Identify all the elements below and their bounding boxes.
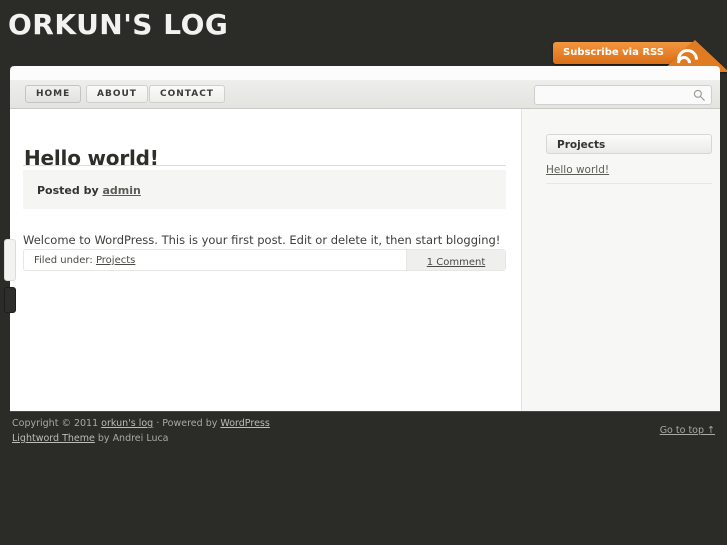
nav-item-contact[interactable]: CONTACT <box>149 85 225 103</box>
post-title[interactable]: Hello world! <box>24 146 159 170</box>
search-icon[interactable] <box>693 89 705 101</box>
footer-credits-line2: Lightword Theme by Andrei Luca <box>12 431 270 446</box>
post-title-rule <box>23 165 506 166</box>
footer-separator <box>10 411 720 412</box>
posted-by-label: Posted by <box>37 184 99 197</box>
sidebar: Projects Hello world! <box>522 109 720 411</box>
post-excerpt: Welcome to WordPress. This is your first… <box>23 232 501 247</box>
comment-count-link[interactable]: 1 Comment <box>427 253 486 273</box>
post-author-link[interactable]: admin <box>102 184 140 197</box>
footer-theme-author: by Andrei Luca <box>97 433 169 444</box>
search-box[interactable] <box>534 85 712 106</box>
footer-theme-link[interactable]: Lightword Theme <box>12 433 95 444</box>
site-footer: Copyright © 2011 orkun's log · Powered b… <box>0 411 727 535</box>
sidebar-divider-line <box>546 183 712 184</box>
sidebar-widget-title: Projects <box>546 134 712 154</box>
post-footer-bar: Filed under: Projects 1 Comment <box>23 249 506 271</box>
go-to-top-link[interactable]: Go to top ↑ <box>660 425 715 436</box>
edge-widget-bottom[interactable] <box>4 287 16 313</box>
content-panel: Projects Hello world! Hello world! Poste… <box>4 109 720 411</box>
nav-item-home[interactable]: HOME <box>25 85 82 103</box>
post-category-link[interactable]: Projects <box>96 255 135 266</box>
sidebar-item-hello-world[interactable]: Hello world! <box>546 164 609 176</box>
site-title[interactable]: ORKUN'S LOG <box>8 8 228 42</box>
footer-credits-line1: Copyright © 2011 orkun's log · Powered b… <box>12 416 270 431</box>
filed-under-label: Filed under: <box>34 255 93 266</box>
comment-count-cell[interactable]: 1 Comment <box>406 250 505 270</box>
header-shelf <box>10 66 720 80</box>
post-meta-text: Posted by admin <box>37 184 141 197</box>
nav-item-about[interactable]: ABOUT <box>86 85 148 103</box>
filed-under: Filed under: Projects <box>34 255 135 266</box>
edge-widget-top[interactable] <box>4 239 16 281</box>
page-root: ORKUN'S LOG Subscribe via RSS HOME ABOUT… <box>0 0 727 545</box>
search-input[interactable] <box>541 86 690 106</box>
post-meta-bar: Posted by admin <box>23 170 506 209</box>
powered-by-text: · Powered by <box>156 418 218 429</box>
footer-credits: Copyright © 2011 orkun's log · Powered b… <box>12 416 270 446</box>
footer-wordpress-link[interactable]: WordPress <box>220 418 269 429</box>
footer-site-link[interactable]: orkun's log <box>101 418 153 429</box>
copyright-text: Copyright © 2011 <box>12 418 99 429</box>
